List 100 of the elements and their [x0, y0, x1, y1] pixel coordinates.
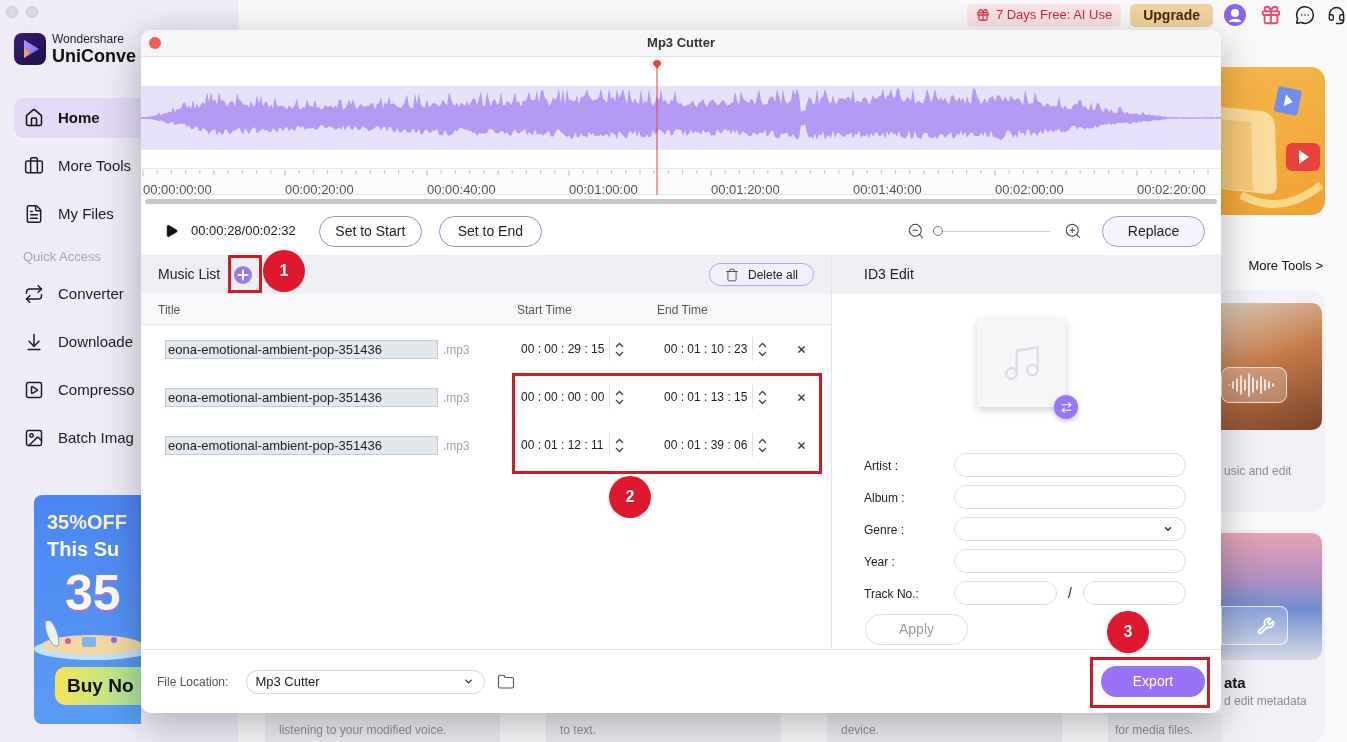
zoom-slider-thumb[interactable]	[933, 226, 943, 236]
brand-product: UniConve	[52, 46, 136, 66]
zoom-slider-track[interactable]	[933, 226, 1050, 236]
filename-field[interactable]: eona-emotional-ambient-pop-351436	[165, 339, 438, 359]
download-icon	[24, 332, 44, 352]
annotation-frame	[228, 255, 262, 293]
sidebar-item[interactable]: Compresso	[14, 370, 141, 410]
dropdown-field[interactable]	[954, 517, 1186, 541]
trash-icon	[725, 267, 739, 282]
close-icon[interactable]	[149, 37, 161, 49]
caret-down-icon	[463, 676, 475, 687]
stepper-arrows-icon[interactable]	[615, 341, 625, 357]
column-header: End Time	[657, 303, 708, 317]
timeline-label: 00:00:40:00	[427, 182, 496, 197]
file-extension: .mp3	[443, 343, 470, 357]
input-field[interactable]	[954, 549, 1186, 573]
separator-text: /	[1068, 583, 1072, 603]
app-logo-icon	[14, 33, 46, 65]
input-field[interactable]	[1083, 581, 1186, 605]
start-time-field[interactable]: 00 : 00 : 00 : 00	[517, 385, 660, 409]
timeline-label: 00:00:00:00	[143, 182, 212, 197]
card-description: device.	[841, 723, 880, 737]
field-label: Album :	[864, 491, 905, 505]
buy-now-button[interactable]: Buy No	[55, 667, 141, 705]
promo-headline: 35%OFF	[47, 511, 128, 533]
dialog-title: Mp3 Cutter	[647, 34, 715, 53]
stepper-arrows-icon[interactable]	[758, 437, 768, 453]
step-marker: 3	[1107, 611, 1149, 653]
trial-badge[interactable]: 7 Days Free: AI Use	[966, 3, 1122, 27]
column-header: Title	[158, 303, 181, 317]
end-time-field[interactable]: 00 : 01 : 39 : 06	[660, 433, 796, 457]
play-square-icon	[24, 380, 44, 400]
card-title: ata	[1223, 674, 1247, 692]
remove-icon[interactable]	[796, 391, 807, 403]
sidebar-item[interactable]: Home	[14, 98, 141, 138]
sidebar-item[interactable]: Downloade	[14, 322, 141, 362]
horizontal-scrollbar[interactable]	[145, 199, 1217, 204]
playhead-handle[interactable]	[652, 59, 663, 69]
set-to-start-button[interactable]: Set to Start	[318, 215, 422, 247]
start-time-field[interactable]: 00 : 01 : 12 : 11	[517, 433, 660, 457]
sidebar-item[interactable]: My Files	[14, 194, 141, 234]
caret-down-icon	[1163, 524, 1173, 534]
input-field[interactable]	[954, 581, 1057, 605]
delete-all-button[interactable]: Delete all	[709, 263, 814, 286]
stepper-arrows-icon[interactable]	[615, 389, 625, 405]
play-icon[interactable]	[164, 223, 179, 239]
tool-card[interactable]: ata d edit metadata	[1221, 530, 1325, 742]
stepper-arrows-icon[interactable]	[758, 341, 768, 357]
timeline-label: 00:02:00:00	[995, 182, 1064, 197]
swap-cover-button[interactable]	[1054, 395, 1078, 419]
remove-icon[interactable]	[796, 343, 807, 355]
repeat-arrows-icon	[24, 284, 44, 304]
remove-icon[interactable]	[796, 439, 807, 451]
briefcase-icon	[24, 156, 44, 176]
promo-big-number: 35	[65, 567, 121, 619]
panel-title: Music List	[158, 265, 221, 284]
section-label: Quick Access	[23, 249, 102, 265]
timeline-label: 00:00:20:00	[285, 182, 354, 197]
file-extension: .mp3	[443, 439, 470, 453]
stepper-arrows-icon[interactable]	[758, 389, 768, 405]
sidebar-item[interactable]: More Tools	[14, 146, 141, 186]
gift-icon[interactable]	[1260, 4, 1282, 26]
card-description: listening to your modified voice.	[279, 723, 447, 737]
add-icon[interactable]	[234, 265, 253, 284]
end-time-field[interactable]: 00 : 01 : 10 : 23	[660, 337, 796, 361]
card-description: for media files.	[1115, 723, 1194, 737]
filename-field[interactable]: eona-emotional-ambient-pop-351436	[165, 387, 438, 407]
replace-button[interactable]: Replace	[1102, 215, 1205, 247]
timeline-label: 00:01:00:00	[569, 182, 638, 197]
image-icon	[24, 428, 44, 448]
input-field[interactable]	[954, 485, 1186, 509]
step-marker: 2	[609, 476, 651, 518]
zoom-in-icon[interactable]	[1064, 222, 1082, 240]
sidebar-item[interactable]: Batch Imag	[14, 418, 141, 458]
column-header: Start Time	[517, 303, 572, 317]
input-field[interactable]	[954, 453, 1186, 477]
stepper-arrows-icon[interactable]	[614, 437, 624, 453]
feature-card[interactable]	[1221, 67, 1325, 215]
end-time-field[interactable]: 00 : 01 : 13 : 15	[660, 385, 796, 409]
timeline-ruler[interactable]: 00:00:00:00 00:00:20:00 00:00:40:00 00:01:00:00 00:01:20:00 00:01:40:00 00:02:00:00 00:02:20:00	[141, 168, 1221, 195]
chat-icon[interactable]	[1295, 5, 1315, 25]
card-description: to text.	[560, 723, 597, 737]
zoom-out-icon[interactable]	[907, 222, 925, 240]
headset-icon[interactable]	[1327, 5, 1346, 25]
playback-time: 00:00:28/00:02:32	[191, 222, 296, 241]
promo-subline: This Su	[47, 537, 120, 561]
folder-icon[interactable]	[497, 672, 516, 691]
avatar-icon[interactable]	[1224, 4, 1246, 26]
brand-company: Wondershare	[52, 32, 125, 46]
set-to-end-button[interactable]: Set to End	[438, 215, 542, 247]
timeline-label: 00:01:20:00	[711, 182, 780, 197]
field-label: Track No.:	[864, 587, 919, 601]
filename-field[interactable]: eona-emotional-ambient-pop-351436	[165, 435, 438, 455]
upgrade-button[interactable]: Upgrade	[1130, 3, 1213, 27]
more-tools-link[interactable]: More Tools >	[1248, 258, 1323, 273]
swap-arrows-icon	[1059, 400, 1073, 414]
start-time-field[interactable]: 00 : 00 : 29 : 15	[517, 337, 660, 361]
timeline-label: 00:01:40:00	[853, 182, 922, 197]
field-label: Artist :	[864, 459, 898, 473]
sidebar-item[interactable]: Converter	[14, 274, 141, 314]
